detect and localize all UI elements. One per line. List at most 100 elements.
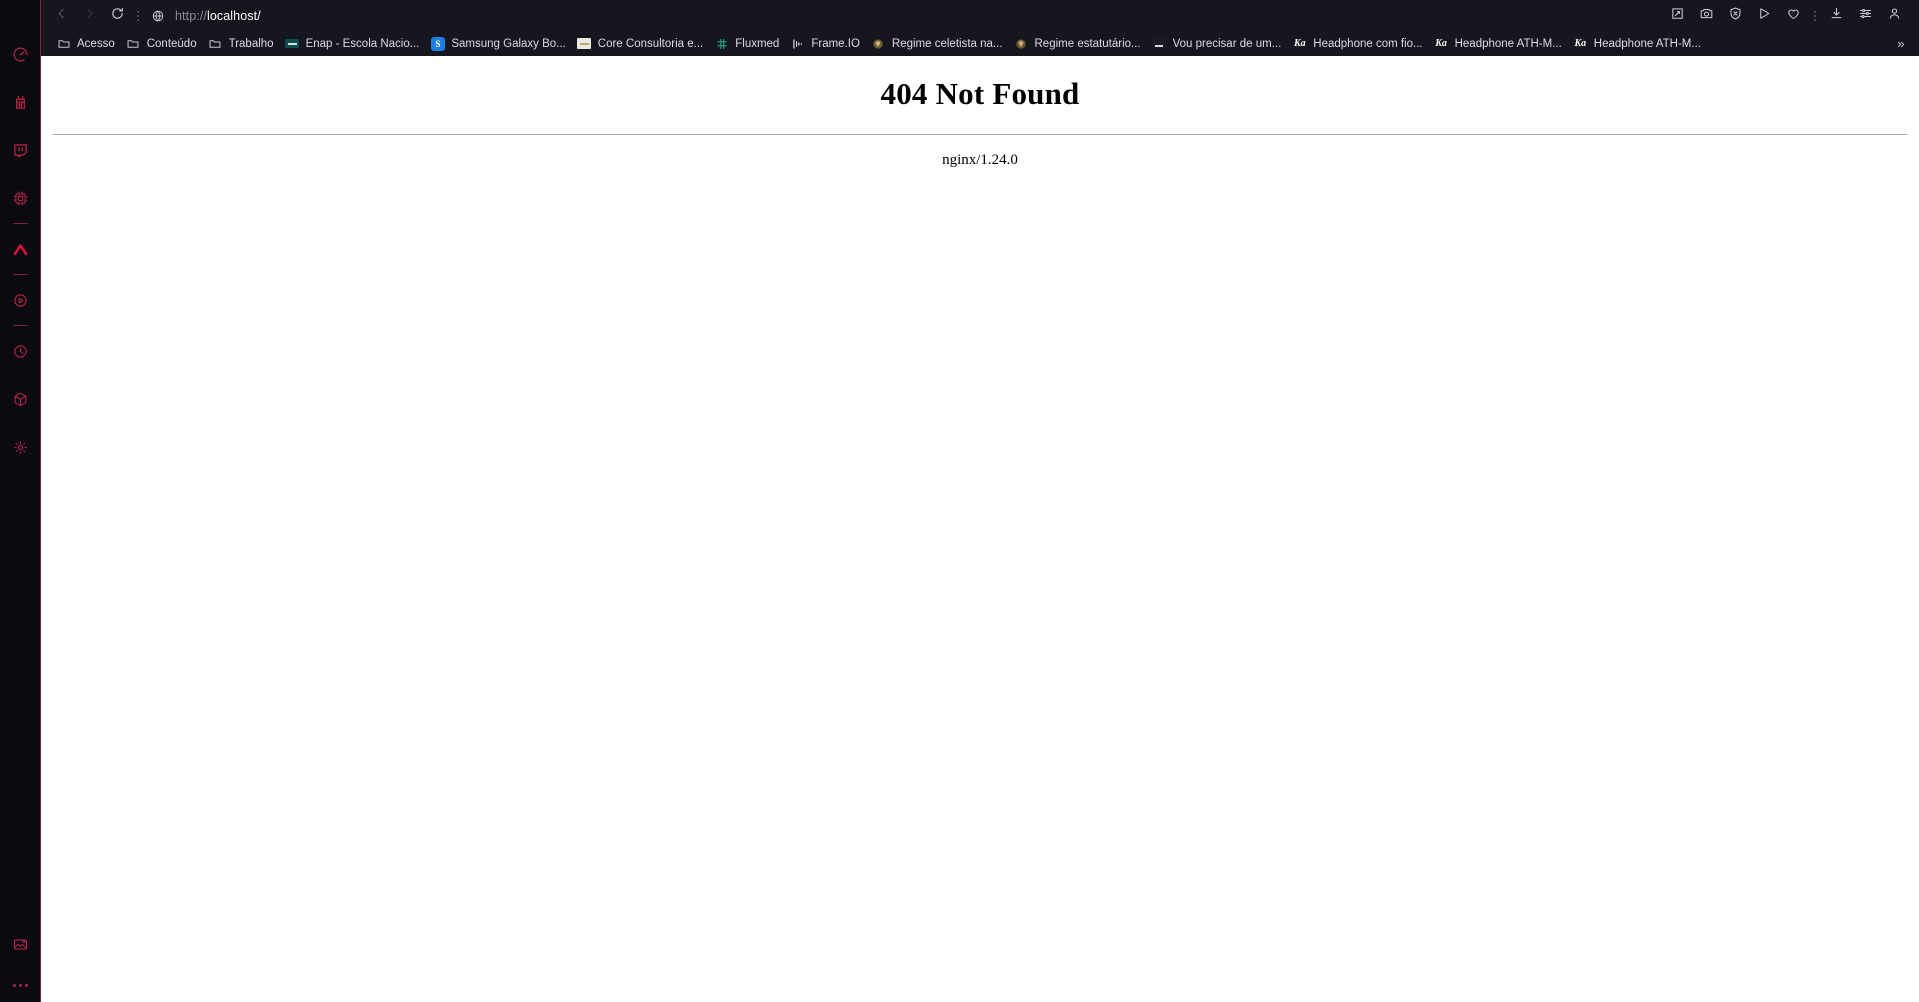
url-text: http://localhost/	[175, 9, 261, 23]
dark-favicon	[1152, 36, 1167, 51]
bookmark-item[interactable]: Core Consultoria e...	[572, 33, 709, 54]
cube-icon	[12, 391, 29, 408]
bookmark-item[interactable]: Ka Headphone ATH-M...	[1429, 33, 1568, 54]
gear-icon	[12, 439, 29, 456]
favorites-button[interactable]	[1779, 3, 1808, 29]
collections-icon	[1670, 6, 1685, 26]
downloads-button[interactable]	[1822, 3, 1851, 29]
opera-gx-icon	[11, 240, 30, 259]
collections-button[interactable]	[1663, 3, 1692, 29]
twitch-icon	[12, 142, 29, 159]
core-favicon	[577, 36, 592, 51]
sidebar-divider	[12, 223, 28, 224]
chevron-right-icon	[82, 6, 97, 26]
sidebar-item-wallpaper[interactable]	[0, 920, 41, 968]
bookmark-label: Conteúdo	[146, 37, 197, 50]
sidebar-item-cpu[interactable]	[0, 174, 41, 222]
bookmark-item[interactable]: Ka Headphone com fio...	[1287, 33, 1428, 54]
bookmark-label: Regime estatutário...	[1034, 37, 1141, 50]
snapshot-camera-icon	[1699, 6, 1714, 26]
clock-icon	[12, 343, 29, 360]
more-dots-icon	[12, 983, 16, 987]
toolbar-grip	[133, 8, 143, 24]
bookmark-item[interactable]: Frame.IO	[785, 33, 866, 54]
broom-icon	[12, 94, 29, 111]
brasao-favicon	[1014, 36, 1029, 51]
bookmarks-bar: Acesso Conteúdo Trabalho Enap - Escola N…	[41, 31, 1919, 56]
bookmark-label: Headphone ATH-M...	[1454, 37, 1562, 50]
downloads-icon	[1829, 6, 1844, 26]
browser-main-column: http://localhost/ Acesso Conteúdo Trabal…	[41, 0, 1919, 1002]
sidebar-item-more[interactable]	[0, 968, 41, 1002]
bookmark-label: Core Consultoria e...	[597, 37, 704, 50]
fluxmed-favicon	[714, 36, 729, 51]
bookmark-item[interactable]: Acesso	[51, 33, 121, 54]
back-button[interactable]	[47, 3, 75, 29]
kabum-favicon: Ka	[1574, 38, 1587, 49]
profile-button[interactable]	[1880, 3, 1909, 29]
sidebar-divider	[12, 274, 28, 275]
sidebar-item-settings[interactable]	[0, 423, 41, 471]
bookmark-label: Frame.IO	[811, 37, 860, 50]
sidebar-item-opera-gx[interactable]	[0, 225, 41, 273]
my-flow-button[interactable]	[1750, 3, 1779, 29]
play-circle-icon	[12, 292, 29, 309]
bookmark-item[interactable]: Trabalho	[203, 33, 280, 54]
browser-toolbar: http://localhost/	[41, 0, 1919, 31]
ad-blocker-button[interactable]	[1721, 3, 1750, 29]
bookmark-item[interactable]: Vou precisar de um...	[1147, 33, 1288, 54]
snapshot-button[interactable]	[1692, 3, 1721, 29]
server-signature: nginx/1.24.0	[942, 152, 1018, 168]
bookmark-label: Fluxmed	[735, 37, 780, 50]
bookmark-item[interactable]: Enap - Escola Nacio...	[280, 33, 426, 54]
bookmark-label: Trabalho	[228, 37, 274, 50]
reload-button[interactable]	[103, 3, 131, 29]
bookmarks-overflow-button[interactable]: »	[1889, 31, 1913, 56]
chevron-left-icon	[54, 6, 69, 26]
shield-blocker-icon	[1728, 6, 1743, 26]
more-dots-icon	[18, 983, 22, 987]
sidebar-item-speed-dial[interactable]	[0, 30, 41, 78]
globe-icon[interactable]	[151, 9, 165, 23]
kabum-favicon: Ka	[1293, 38, 1306, 49]
nginx-error-page: 404 Not Found nginx/1.24.0	[41, 56, 1919, 169]
samsung-favicon: S	[430, 36, 445, 51]
bookmark-item[interactable]: Regime celetista na...	[866, 33, 1009, 54]
bookmark-label: Samsung Galaxy Bo...	[451, 37, 566, 50]
page-content: 404 Not Found nginx/1.24.0	[41, 56, 1919, 1002]
more-dots-icon	[24, 983, 28, 987]
kabum-favicon: Ka	[1435, 38, 1447, 49]
bookmark-label: Regime celetista na...	[891, 37, 1003, 50]
heart-favorites-icon	[1786, 6, 1801, 26]
easy-setup-icon	[1858, 6, 1873, 26]
url-host: localhost/	[206, 8, 261, 23]
sidebar-item-extensions[interactable]	[0, 375, 41, 423]
bookmark-item[interactable]: Conteúdo	[121, 33, 203, 54]
url-scheme: http://	[175, 8, 207, 23]
sidebar-item-cleaner[interactable]	[0, 78, 41, 126]
image-icon	[12, 936, 29, 953]
bookmark-item[interactable]: Fluxmed	[709, 33, 785, 54]
toolbar-grip	[1810, 8, 1820, 24]
bookmark-item[interactable]: Ka Headphone ATH-M...	[1568, 33, 1707, 54]
bookmark-item[interactable]: S Samsung Galaxy Bo...	[425, 33, 571, 54]
sidebar-item-history[interactable]	[0, 327, 41, 375]
easy-setup-button[interactable]	[1851, 3, 1880, 29]
sidebar-item-twitch[interactable]	[0, 126, 41, 174]
bookmark-item[interactable]: Regime estatutário...	[1009, 33, 1147, 54]
browser-window: http://localhost/ Acesso Conteúdo Trabal…	[0, 0, 1919, 1002]
bookmark-label: Headphone ATH-M...	[1593, 37, 1701, 50]
sidebar-item-player[interactable]	[0, 276, 41, 324]
bookmark-label: Headphone com fio...	[1313, 37, 1423, 50]
forward-button[interactable]	[75, 3, 103, 29]
bookmark-label: Acesso	[77, 37, 115, 50]
browser-sidebar	[0, 0, 41, 1002]
address-bar[interactable]: http://localhost/	[145, 3, 1663, 29]
send-flow-icon	[1757, 6, 1772, 26]
brasao-favicon	[871, 36, 886, 51]
page-title: 404 Not Found	[880, 76, 1080, 111]
speedometer-icon	[12, 46, 29, 63]
bookmark-label: Vou precisar de um...	[1172, 37, 1282, 50]
cpu-chip-icon	[12, 190, 29, 207]
toolbar-right-actions	[1663, 3, 1909, 29]
